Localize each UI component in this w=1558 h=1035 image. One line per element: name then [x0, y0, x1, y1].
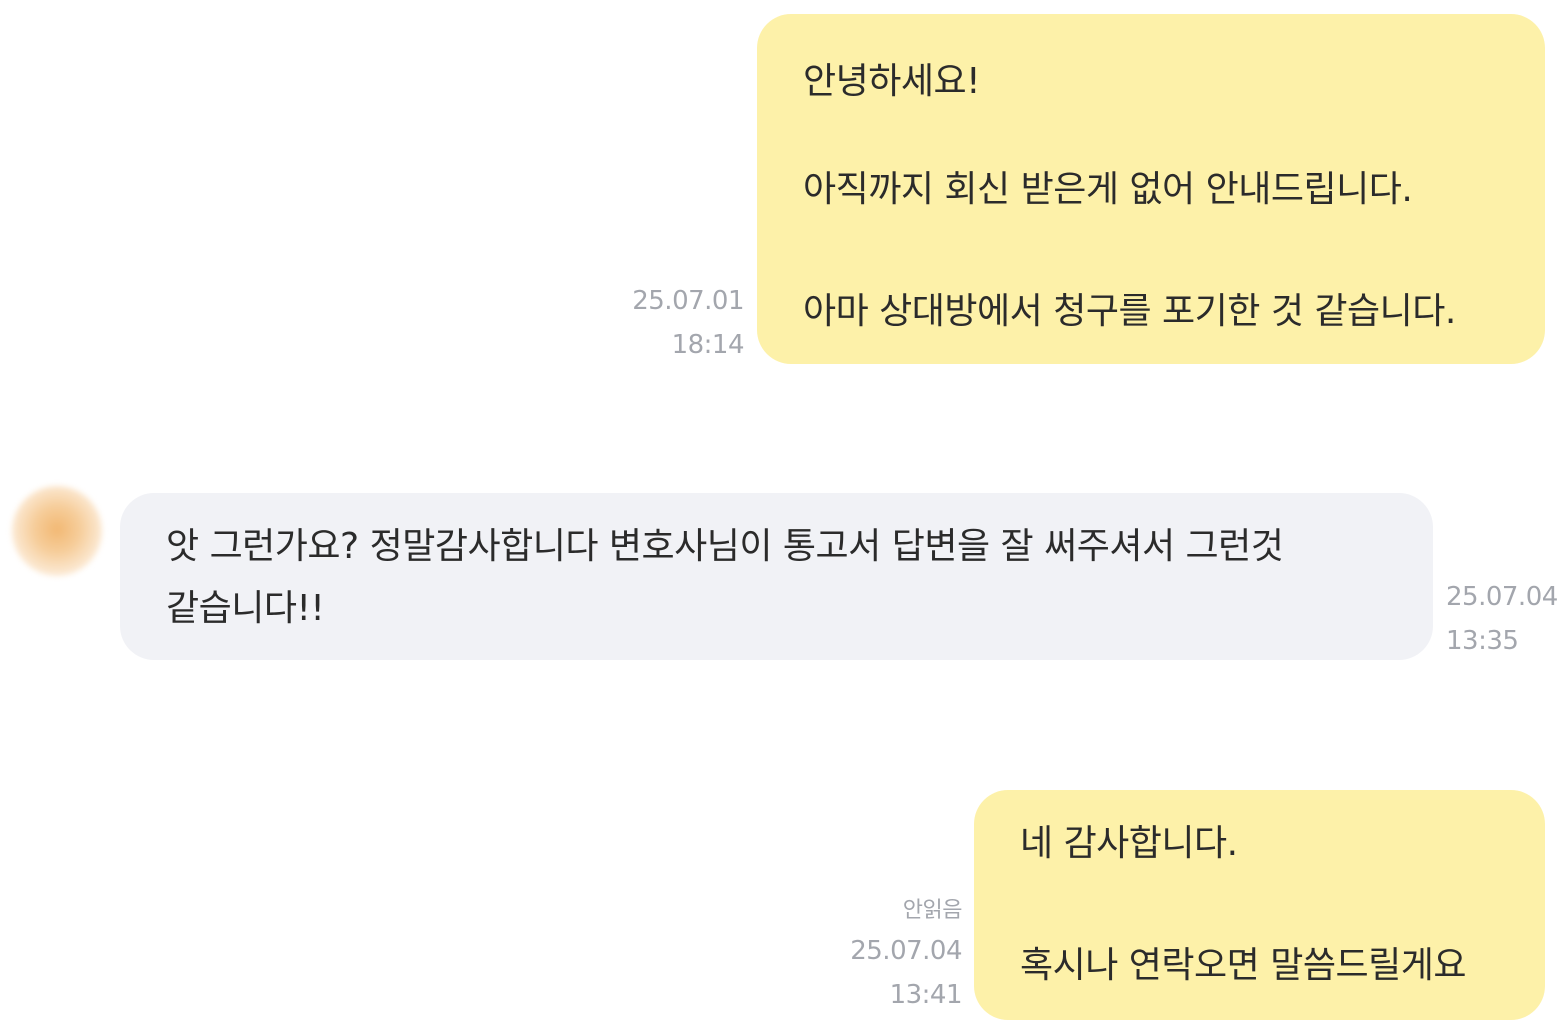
message-bubble-outgoing[interactable]: 네 감사합니다. 혹시나 연락오면 말씀드릴게요: [974, 790, 1545, 1020]
read-status: 안읽음: [902, 898, 963, 923]
message-time: 13:35: [1446, 626, 1519, 656]
profile-avatar-icon[interactable]: [12, 486, 102, 576]
message-text-line: 혹시나 연락오면 말씀드릴게요: [1020, 945, 1466, 986]
message-date: 25.07.01: [632, 286, 744, 316]
message-text-line: 네 감사합니다.: [1020, 823, 1238, 864]
message-text-line: 같습니다!!: [166, 588, 325, 629]
message-time: 18:14: [671, 330, 745, 360]
message-date: 25.07.04: [1446, 582, 1558, 612]
message-bubble-outgoing[interactable]: 안녕하세요! 아직까지 회신 받은게 없어 안내드립니다. 아마 상대방에서 청…: [757, 14, 1545, 364]
message-meta: 25.07.01 18:14: [632, 288, 744, 358]
message-text-line: 앗 그런가요? 정말감사합니다 변호사님이 통고서 답변을 잘 써주셔서 그런것: [166, 526, 1284, 567]
message-meta: 25.07.04 13:35: [1446, 584, 1558, 654]
message-meta: 안읽음 25.07.04 13:41: [850, 898, 963, 1010]
message-text-line: 안녕하세요!: [803, 61, 981, 102]
message-text-line: 아마 상대방에서 청구를 포기한 것 같습니다.: [803, 291, 1456, 332]
message-time: 13:41: [889, 980, 963, 1010]
message-text-line: 아직까지 회신 받은게 없어 안내드립니다.: [803, 169, 1413, 210]
message-bubble-incoming[interactable]: 앗 그런가요? 정말감사합니다 변호사님이 통고서 답변을 잘 써주셔서 그런것…: [120, 493, 1433, 660]
message-date: 25.07.04: [850, 936, 962, 966]
